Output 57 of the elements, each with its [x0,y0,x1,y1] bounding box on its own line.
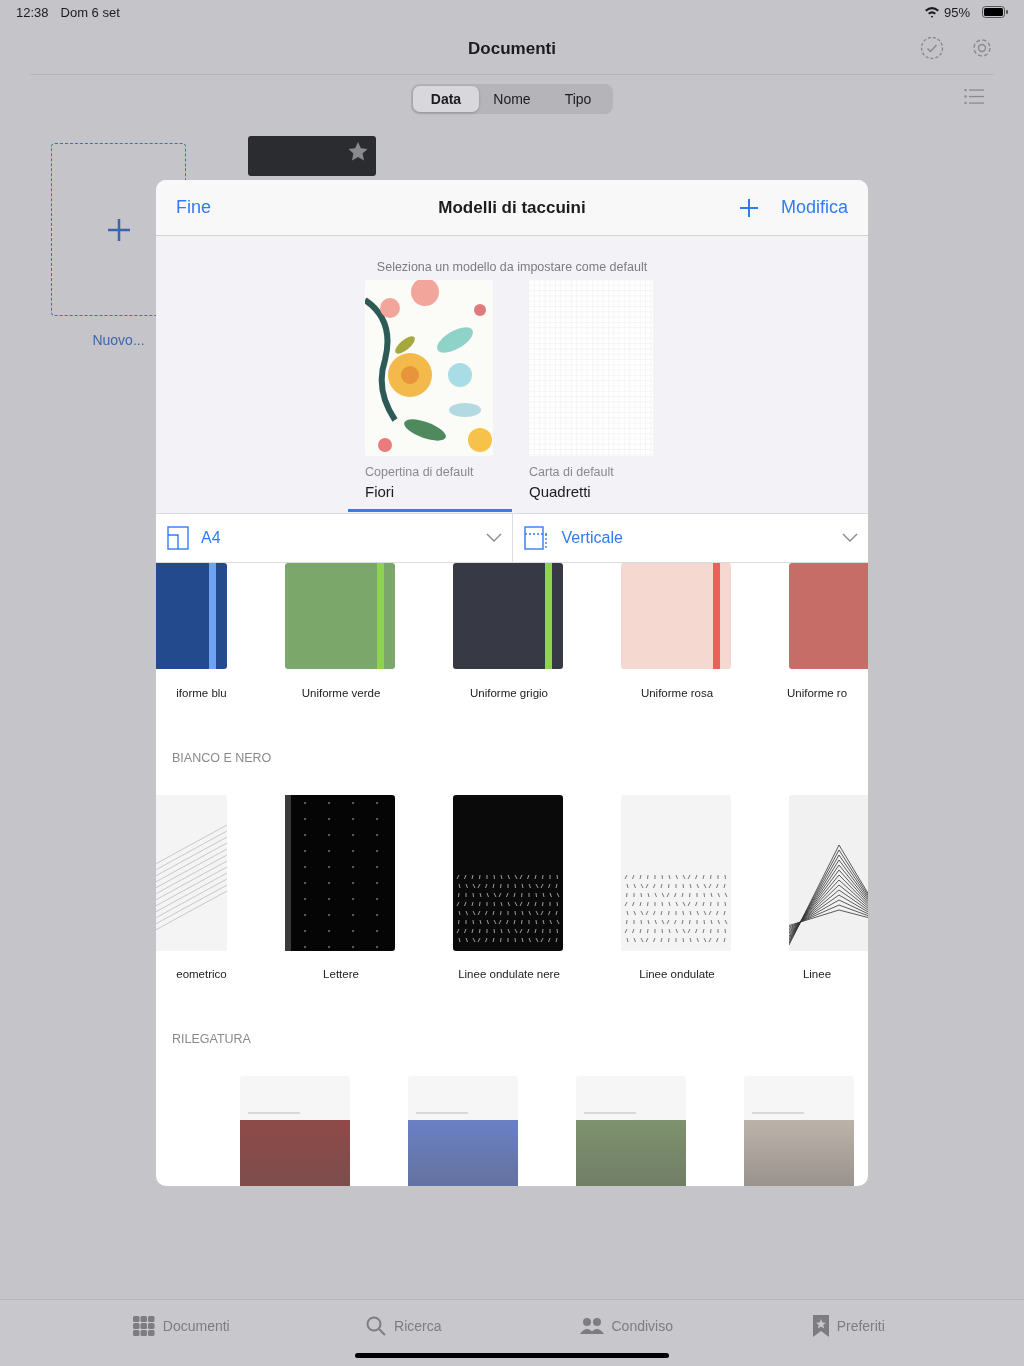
sheet-title: Modelli di taccuini [438,197,586,218]
notebook-cover[interactable] [453,795,565,951]
list-icon [964,89,984,105]
cover-label: Uniforme rosa [639,687,715,699]
nav-title: Documenti [468,39,556,59]
checkmark-circle-icon [920,36,944,60]
notebook-cover[interactable] [248,136,376,176]
hint-text: Seleziona un modello da impostare come default [376,260,648,274]
plus-icon [106,217,131,242]
status-time: 12:38 [16,4,49,20]
new-document-label: Nuovo... [92,332,145,348]
cover-label: eometrico [175,968,228,980]
battery-icon [982,6,1008,18]
cover-label: Uniforme verde [300,687,382,699]
notebook-cover[interactable] [789,795,868,951]
default-template-tab[interactable]: Carta di default Quadretti [512,280,676,512]
sort-segment[interactable]: Nome [479,86,545,112]
default-value: Fiori [365,483,395,500]
sort-segment[interactable]: Tipo [545,86,611,112]
cover-label: Lettere [322,968,360,980]
bookmark-star-icon [812,1315,829,1337]
done-button[interactable]: Fine [176,197,211,218]
default-caption: Carta di default [529,465,614,479]
wifi-icon [923,6,940,18]
cover-label: iforme blu [175,687,228,699]
section-header: RILEGATURA [171,1031,252,1048]
page-orientation-icon [523,526,550,550]
notebook-cover[interactable] [240,1076,352,1186]
default-caption: Copertina di default [365,465,474,479]
notebook-cover[interactable] [576,1076,688,1186]
tab-bar-item[interactable]: Preferiti [737,1300,960,1352]
cover-label: Uniforme ro [785,687,849,699]
page-size-icon [167,526,189,550]
people-icon [579,1317,604,1335]
settings-icon [970,36,994,60]
cover-label: Linee ondulate nere [457,968,561,980]
chevron-down-icon [485,533,502,543]
default-value: Quadretti [529,483,591,500]
add-button[interactable] [738,197,759,218]
battery-percent: 95% [943,4,970,20]
tab-bar-item[interactable]: Ricerca [292,1300,515,1352]
grid-icon [132,1316,155,1336]
sort-segment[interactable]: Data [413,86,479,112]
notebook-cover[interactable] [408,1076,520,1186]
section-header: BIANCO E NERO [171,750,273,767]
cover-label: Linee ondulate [638,968,716,980]
edit-button[interactable]: Modifica [780,197,848,218]
cover-label: Linee [801,968,833,980]
star-icon [348,142,368,161]
search-icon [366,1316,386,1336]
tab-bar-item[interactable]: Documenti [70,1300,293,1352]
notebook-cover[interactable] [453,563,565,669]
chevron-down-icon [842,533,858,543]
cover-label: Uniforme grigio [469,687,549,699]
tab-bar-item[interactable]: Condiviso [515,1300,738,1352]
default-template-tab[interactable]: Copertina di default Fiori [348,280,512,512]
status-date: Dom 6 set [60,4,120,20]
